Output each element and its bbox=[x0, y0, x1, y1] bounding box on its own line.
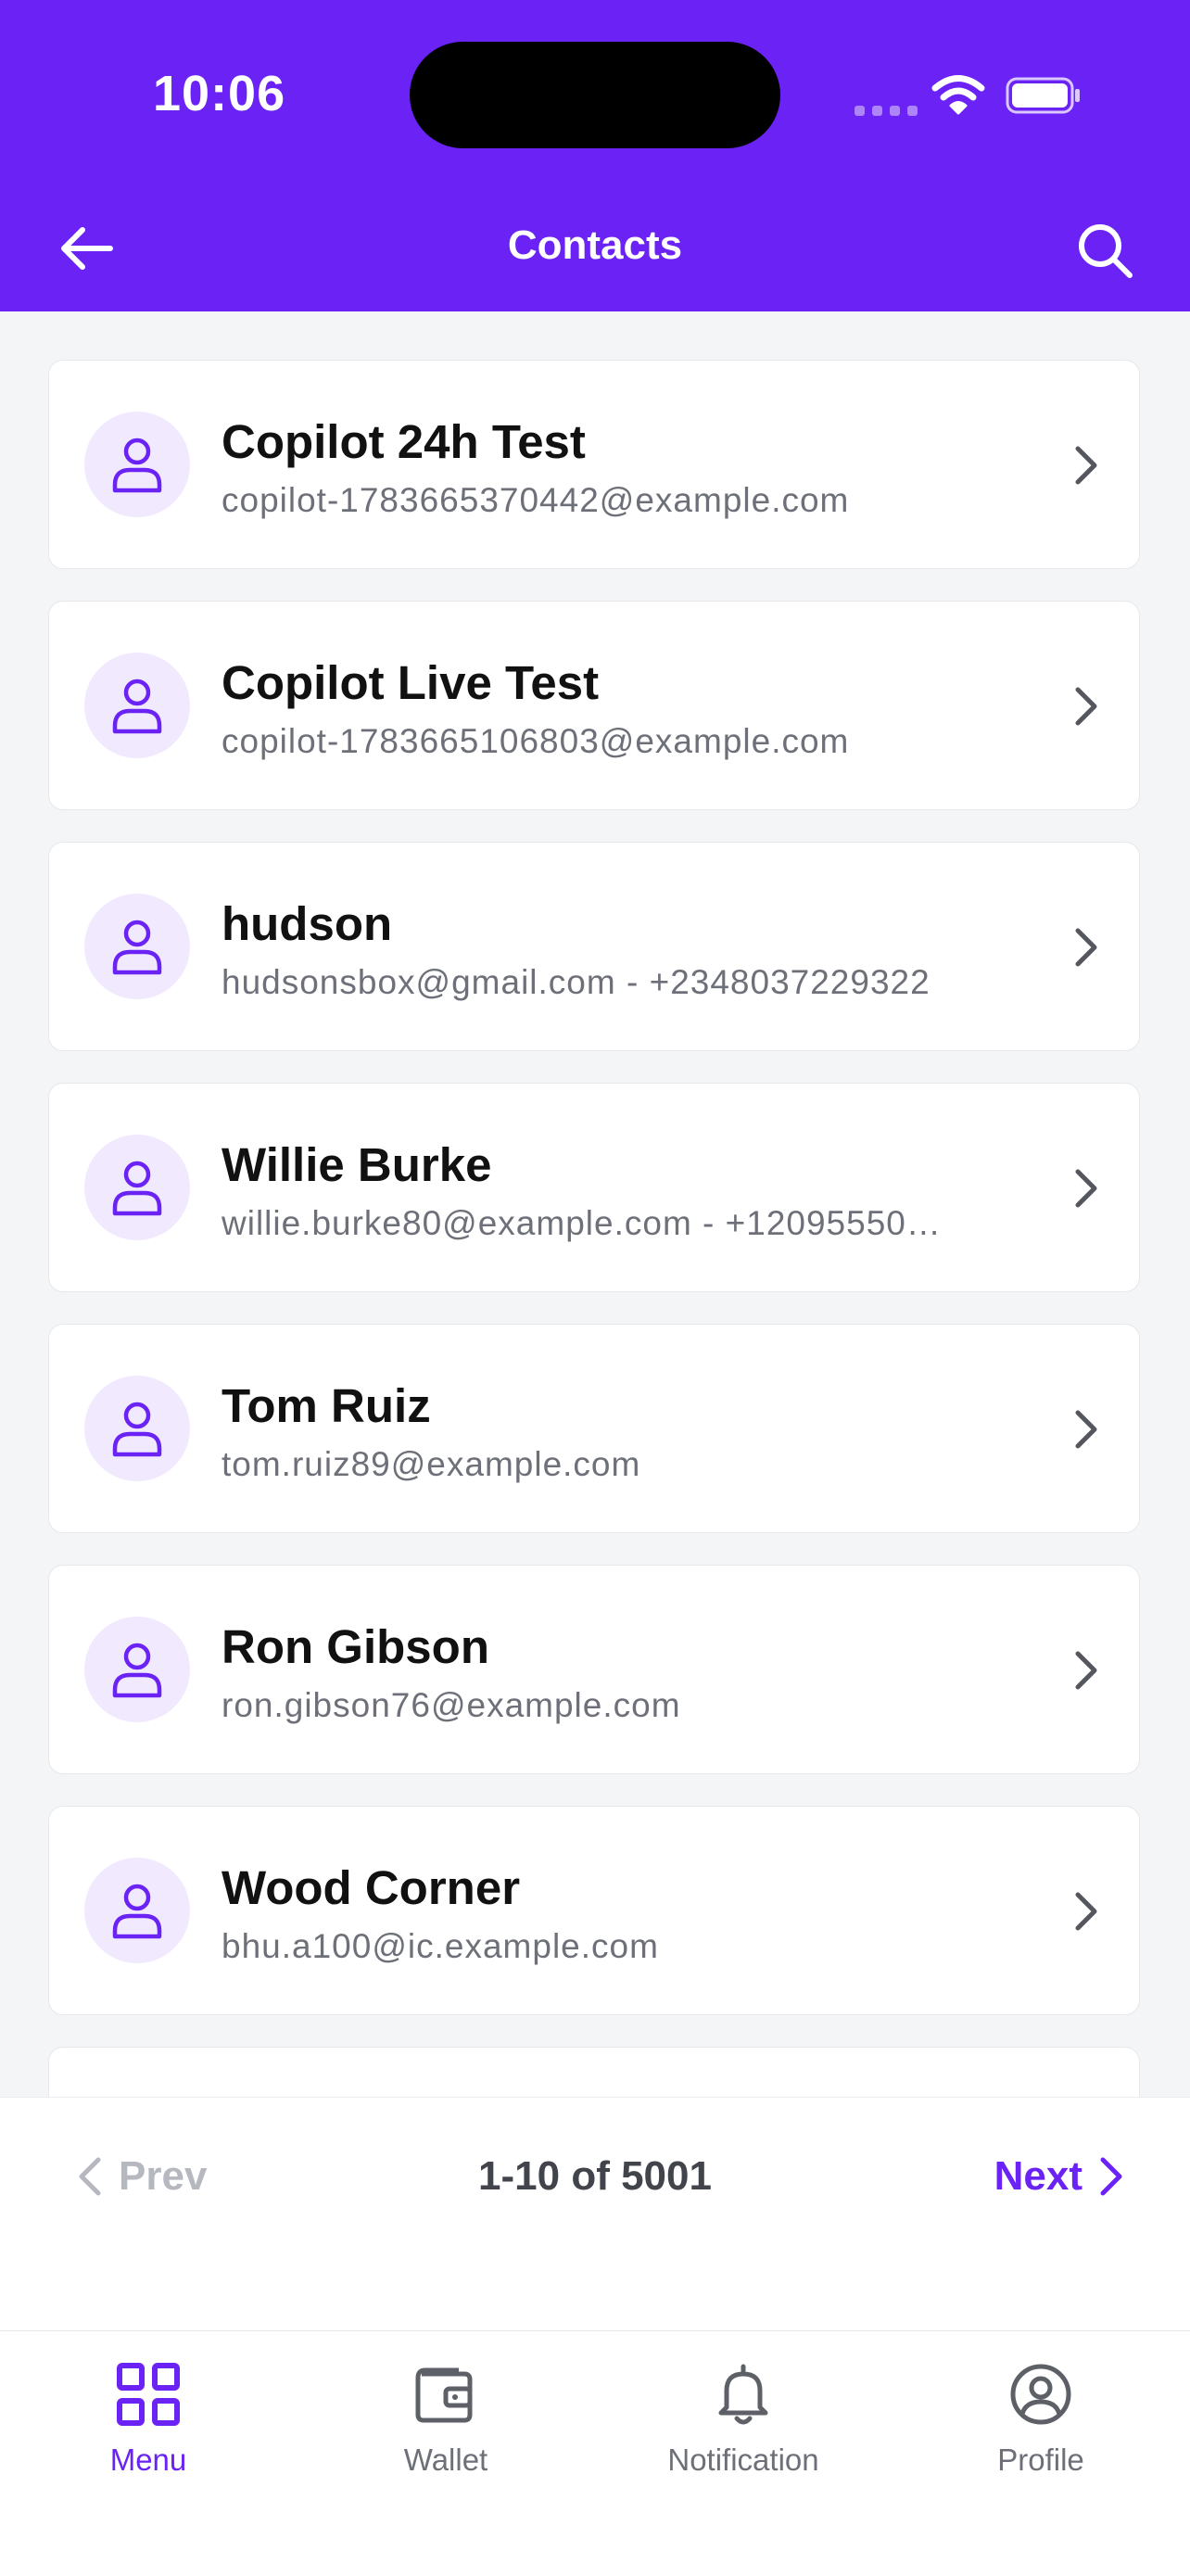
chevron-right-icon bbox=[1075, 1169, 1097, 1208]
contact-name: Willie Burke bbox=[222, 1138, 492, 1191]
contact-card-partial[interactable] bbox=[48, 2047, 1140, 2097]
contact-name: hudson bbox=[222, 897, 393, 950]
contact-detail: willie.burke80@example.com - +12095550… bbox=[222, 1204, 942, 1242]
contact-card[interactable]: Copilot 24h Test copilot-1783665370442@e… bbox=[48, 360, 1140, 569]
user-icon bbox=[112, 1643, 162, 1698]
contact-card[interactable]: Willie Burke willie.burke80@example.com … bbox=[48, 1083, 1140, 1292]
wifi-icon bbox=[931, 75, 985, 115]
contact-name: Copilot 24h Test bbox=[222, 415, 586, 468]
contact-card[interactable]: Wood Corner bhu.a100@ic.example.com bbox=[48, 1806, 1140, 2015]
bottom-navigation: Menu Wallet Notification Profile bbox=[0, 2330, 1190, 2576]
contact-detail: copilot-1783665106803@example.com bbox=[222, 722, 850, 760]
contact-avatar bbox=[84, 1376, 190, 1481]
nav-label: Wallet bbox=[403, 2443, 488, 2477]
contact-card[interactable]: hudson hudsonsbox@gmail.com - +234803722… bbox=[48, 842, 1140, 1051]
contact-card[interactable]: Tom Ruiz tom.ruiz89@example.com bbox=[48, 1324, 1140, 1533]
contact-avatar bbox=[84, 653, 190, 758]
nav-label: Profile bbox=[997, 2443, 1084, 2477]
contact-name: Tom Ruiz bbox=[222, 1379, 431, 1432]
grid-icon bbox=[111, 2357, 185, 2431]
chevron-right-icon bbox=[1100, 2157, 1122, 2196]
status-time: 10:06 bbox=[153, 66, 286, 121]
user-icon bbox=[112, 679, 162, 734]
contact-card[interactable]: Copilot Live Test copilot-1783665106803@… bbox=[48, 601, 1140, 810]
contact-detail: hudsonsbox@gmail.com - +2348037229322 bbox=[222, 963, 930, 1001]
battery-icon bbox=[1006, 77, 1080, 114]
next-page-button[interactable]: Next bbox=[994, 2153, 1129, 2200]
contacts-list[interactable]: Copilot 24h Test copilot-1783665370442@e… bbox=[48, 360, 1142, 2097]
profile-icon bbox=[1004, 2357, 1078, 2431]
chevron-right-icon bbox=[1075, 928, 1097, 967]
contact-avatar bbox=[84, 1617, 190, 1722]
nav-notification[interactable]: Notification bbox=[604, 2357, 882, 2478]
nav-label: Notification bbox=[667, 2443, 819, 2477]
cellular-signal-icon bbox=[855, 106, 918, 116]
dynamic-island bbox=[410, 42, 780, 148]
search-button[interactable] bbox=[1070, 216, 1139, 285]
contact-detail: copilot-1783665370442@example.com bbox=[222, 481, 850, 519]
nav-wallet[interactable]: Wallet bbox=[307, 2357, 585, 2478]
page-title: Contacts bbox=[507, 222, 683, 268]
nav-profile[interactable]: Profile bbox=[902, 2357, 1180, 2478]
contact-detail: ron.gibson76@example.com bbox=[222, 1686, 681, 1724]
chevron-right-icon bbox=[1075, 1410, 1097, 1449]
chevron-right-icon bbox=[1075, 1892, 1097, 1931]
bell-icon bbox=[706, 2357, 780, 2431]
contact-avatar bbox=[84, 1135, 190, 1240]
app-header: 10:06 Contacts bbox=[0, 0, 1190, 311]
contact-avatar bbox=[84, 1858, 190, 1963]
user-icon bbox=[112, 1402, 162, 1457]
contact-detail: tom.ruiz89@example.com bbox=[222, 1445, 641, 1483]
next-label: Next bbox=[994, 2153, 1082, 2199]
user-icon bbox=[112, 1884, 162, 1939]
chevron-right-icon bbox=[1075, 1651, 1097, 1690]
search-icon bbox=[1079, 224, 1133, 278]
contact-detail: bhu.a100@ic.example.com bbox=[222, 1927, 659, 1965]
contact-avatar bbox=[84, 894, 190, 999]
nav-menu[interactable]: Menu bbox=[9, 2357, 287, 2478]
chevron-right-icon bbox=[1075, 446, 1097, 485]
user-icon bbox=[112, 920, 162, 975]
user-icon bbox=[112, 1161, 162, 1216]
contact-name: Ron Gibson bbox=[222, 1620, 489, 1673]
user-icon bbox=[112, 438, 162, 493]
contact-avatar bbox=[84, 412, 190, 517]
chevron-right-icon bbox=[1075, 687, 1097, 726]
contact-name: Wood Corner bbox=[222, 1861, 521, 1914]
pagination-bar: Prev 1-10 of 5001 Next bbox=[0, 2097, 1190, 2331]
contact-card[interactable]: Ron Gibson ron.gibson76@example.com bbox=[48, 1565, 1140, 1774]
contact-name: Copilot Live Test bbox=[222, 656, 600, 709]
wallet-icon bbox=[409, 2357, 483, 2431]
nav-label: Menu bbox=[109, 2443, 187, 2477]
